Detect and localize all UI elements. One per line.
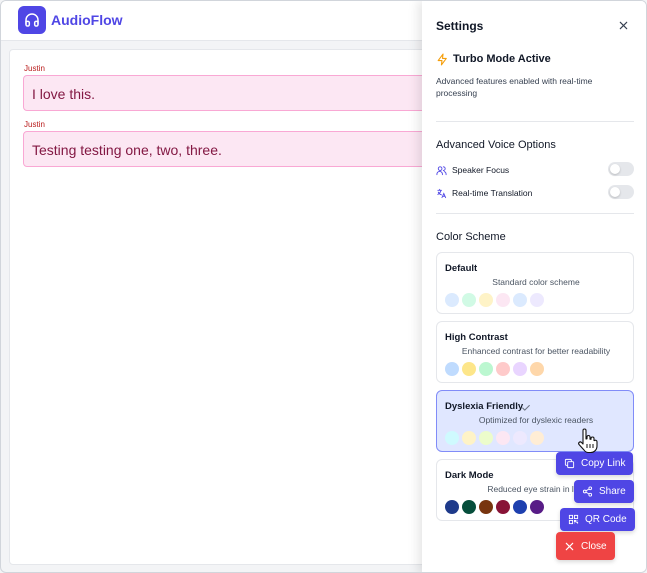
voice-options-title: Advanced Voice Options xyxy=(436,139,556,151)
color-swatch xyxy=(445,362,459,376)
scheme-description: Enhanced contrast for better readability xyxy=(461,346,611,356)
color-swatch xyxy=(462,362,476,376)
scheme-name: Default xyxy=(445,263,478,274)
divider xyxy=(436,121,634,122)
color-swatch xyxy=(530,293,544,307)
close-icon xyxy=(565,542,574,550)
copy-icon xyxy=(564,458,575,469)
realtime-translation-label: Real-time Translation xyxy=(452,188,533,198)
speaker-focus-toggle[interactable] xyxy=(608,162,634,176)
color-swatch xyxy=(479,431,493,445)
color-swatch xyxy=(530,500,544,514)
translate-icon xyxy=(436,186,447,204)
close-button[interactable]: Close xyxy=(556,532,615,560)
realtime-translation-toggle[interactable] xyxy=(608,185,634,199)
scheme-name: Dyslexia Friendly xyxy=(445,401,524,412)
headphones-icon xyxy=(18,6,46,34)
message-speaker: Justin xyxy=(24,120,45,129)
qr-code-icon xyxy=(568,514,579,525)
color-swatch xyxy=(445,431,459,445)
color-scheme-title: Color Scheme xyxy=(436,231,506,243)
scheme-description: Standard color scheme xyxy=(492,277,580,287)
transcript-panel: Justin I love this. Justin Testing testi… xyxy=(9,49,443,565)
color-swatch xyxy=(513,293,527,307)
share-icon xyxy=(582,486,593,497)
color-swatch xyxy=(496,431,510,445)
qr-code-button[interactable]: QR Code xyxy=(560,508,635,531)
app-title: AudioFlow xyxy=(51,12,123,28)
color-swatch xyxy=(513,362,527,376)
color-swatch xyxy=(479,500,493,514)
users-icon xyxy=(436,163,447,181)
message-speaker: Justin xyxy=(24,64,45,73)
divider xyxy=(436,213,634,214)
color-swatches xyxy=(445,500,544,514)
scheme-card-dyslexia-friendly[interactable]: Dyslexia Friendly Optimized for dyslexic… xyxy=(436,390,634,452)
color-swatches xyxy=(445,362,544,376)
scheme-card-default[interactable]: Default Standard color scheme xyxy=(436,252,634,314)
color-swatch xyxy=(530,431,544,445)
message-bubble: Testing testing one, two, three. xyxy=(23,131,443,167)
turbo-mode-title: Turbo Mode Active xyxy=(453,53,551,65)
close-icon[interactable] xyxy=(616,18,630,32)
scheme-description: Optimized for dyslexic readers xyxy=(478,415,594,425)
scheme-name: Dark Mode xyxy=(445,470,494,481)
hand-cursor-icon xyxy=(576,428,598,459)
qr-code-label: QR Code xyxy=(585,514,627,525)
lightning-icon xyxy=(436,53,449,71)
color-swatch xyxy=(496,500,510,514)
message-bubble: I love this. xyxy=(23,75,443,111)
app-window: AudioFlow Justin I love this. Justin Tes… xyxy=(0,0,647,573)
color-swatch xyxy=(445,293,459,307)
color-swatch xyxy=(513,431,527,445)
copy-link-label: Copy Link xyxy=(581,458,626,469)
color-swatch xyxy=(496,362,510,376)
color-swatch xyxy=(462,431,476,445)
color-swatch xyxy=(462,500,476,514)
color-swatch xyxy=(479,293,493,307)
close-label: Close xyxy=(581,540,607,552)
color-swatches xyxy=(445,293,544,307)
scheme-name: High Contrast xyxy=(445,332,508,343)
turbo-mode-description: Advanced features enabled with real-time… xyxy=(436,76,593,98)
share-label: Share xyxy=(599,486,626,497)
color-swatch xyxy=(530,362,544,376)
color-swatch xyxy=(445,500,459,514)
share-button[interactable]: Share xyxy=(574,480,634,503)
color-swatches xyxy=(445,431,544,445)
scheme-card-high-contrast[interactable]: High Contrast Enhanced contrast for bett… xyxy=(436,321,634,383)
color-swatch xyxy=(479,362,493,376)
color-swatch xyxy=(513,500,527,514)
settings-title: Settings xyxy=(436,19,484,33)
color-swatch xyxy=(462,293,476,307)
speaker-focus-label: Speaker Focus xyxy=(452,165,510,175)
color-swatch xyxy=(496,293,510,307)
